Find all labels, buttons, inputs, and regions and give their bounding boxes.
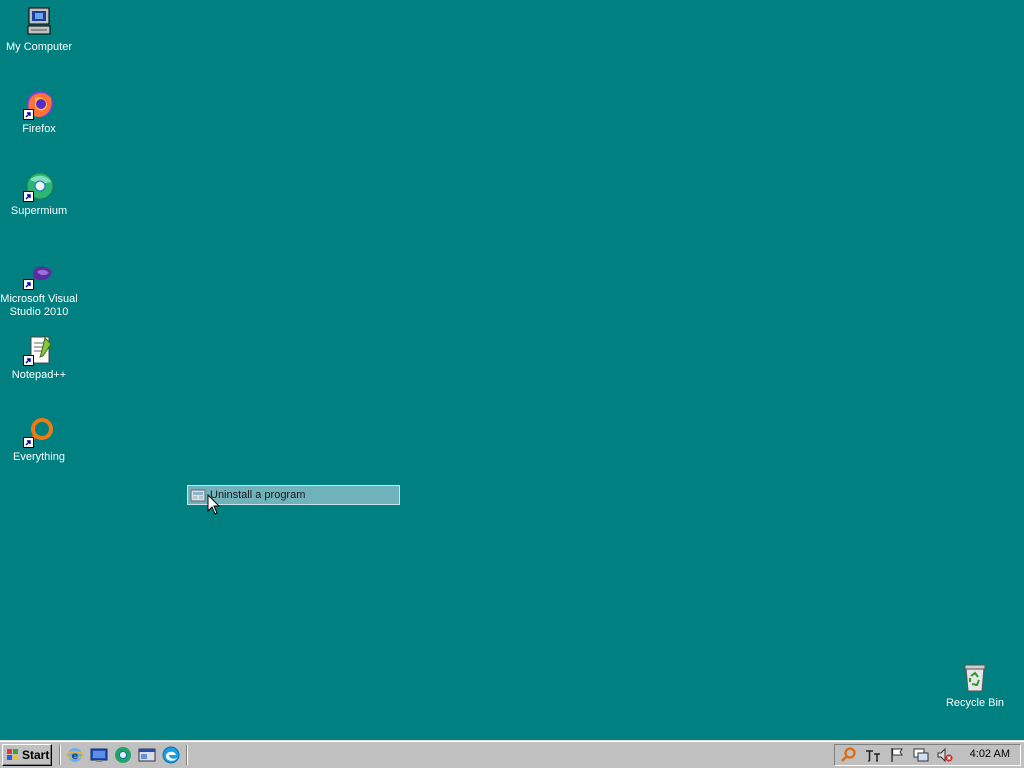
- desktop-icon-label: Everything: [13, 451, 65, 463]
- desktop-icon-firefox[interactable]: Firefox: [0, 88, 78, 136]
- desktop-icon-label: My Computer: [5, 41, 73, 53]
- shortcut-arrow-icon: [23, 355, 34, 366]
- taskbar-divider: [59, 745, 61, 765]
- drag-item-label: Uninstall a program: [210, 489, 306, 501]
- recycle-bin-icon: [959, 662, 991, 694]
- taskbar: Start e 4:02 AM: [0, 740, 1024, 768]
- shortcut-arrow-icon: [23, 191, 34, 202]
- flag-icon[interactable]: [888, 746, 906, 764]
- mouse-cursor-icon: [207, 493, 221, 516]
- firefox-icon: [23, 88, 55, 120]
- supermium-icon: [23, 170, 55, 202]
- desktop-icon-visual-studio[interactable]: Microsoft Visual Studio 2010: [0, 258, 78, 319]
- ie-icon[interactable]: e: [66, 746, 84, 764]
- windows-logo-icon: [6, 748, 20, 762]
- programs-icon: [190, 487, 206, 503]
- taskbar-clock[interactable]: 4:02 AM: [970, 748, 1010, 760]
- desktop-icon-label: Notepad++: [11, 369, 67, 381]
- desktop-icon-everything[interactable]: Everything: [0, 416, 78, 464]
- edge-icon[interactable]: [162, 746, 180, 764]
- search-icon[interactable]: [840, 746, 858, 764]
- desktop-icon-label: Firefox: [22, 123, 56, 135]
- taskbar-divider: [186, 745, 188, 765]
- desktop-icon-notepadpp[interactable]: Notepad++: [0, 334, 78, 382]
- explorer-icon[interactable]: [138, 746, 156, 764]
- system-tray: 4:02 AM: [834, 744, 1021, 766]
- supermium-icon[interactable]: [114, 746, 132, 764]
- computer-icon: [23, 6, 55, 38]
- notepadpp-icon: [23, 334, 55, 366]
- desktop-icon-recycle-bin[interactable]: Recycle Bin: [936, 662, 1014, 710]
- volume-muted-icon[interactable]: [936, 746, 954, 764]
- desktop-icon-label: Supermium: [10, 205, 68, 217]
- shortcut-arrow-icon: [23, 109, 34, 120]
- desktop-icon-supermium[interactable]: Supermium: [0, 170, 78, 218]
- desktop: My Computer Firefox Supermium Microsoft …: [0, 0, 1024, 740]
- desktop-icon-label: Microsoft Visual Studio 2010: [0, 293, 78, 318]
- desktop-icon-label: Recycle Bin: [945, 697, 1005, 709]
- network-icon[interactable]: [912, 746, 930, 764]
- visual-studio-icon: [23, 258, 55, 290]
- start-button[interactable]: Start: [2, 744, 52, 766]
- everything-icon: [23, 416, 55, 448]
- shortcut-arrow-icon: [23, 279, 34, 290]
- quick-launch-bar: e: [66, 746, 180, 764]
- start-label: Start: [22, 748, 50, 762]
- desktop-icon-my-computer[interactable]: My Computer: [0, 6, 78, 54]
- input-method-icon[interactable]: [864, 746, 882, 764]
- svg-text:e: e: [72, 751, 79, 762]
- show-desktop-icon[interactable]: [90, 746, 108, 764]
- shortcut-arrow-icon: [23, 437, 34, 448]
